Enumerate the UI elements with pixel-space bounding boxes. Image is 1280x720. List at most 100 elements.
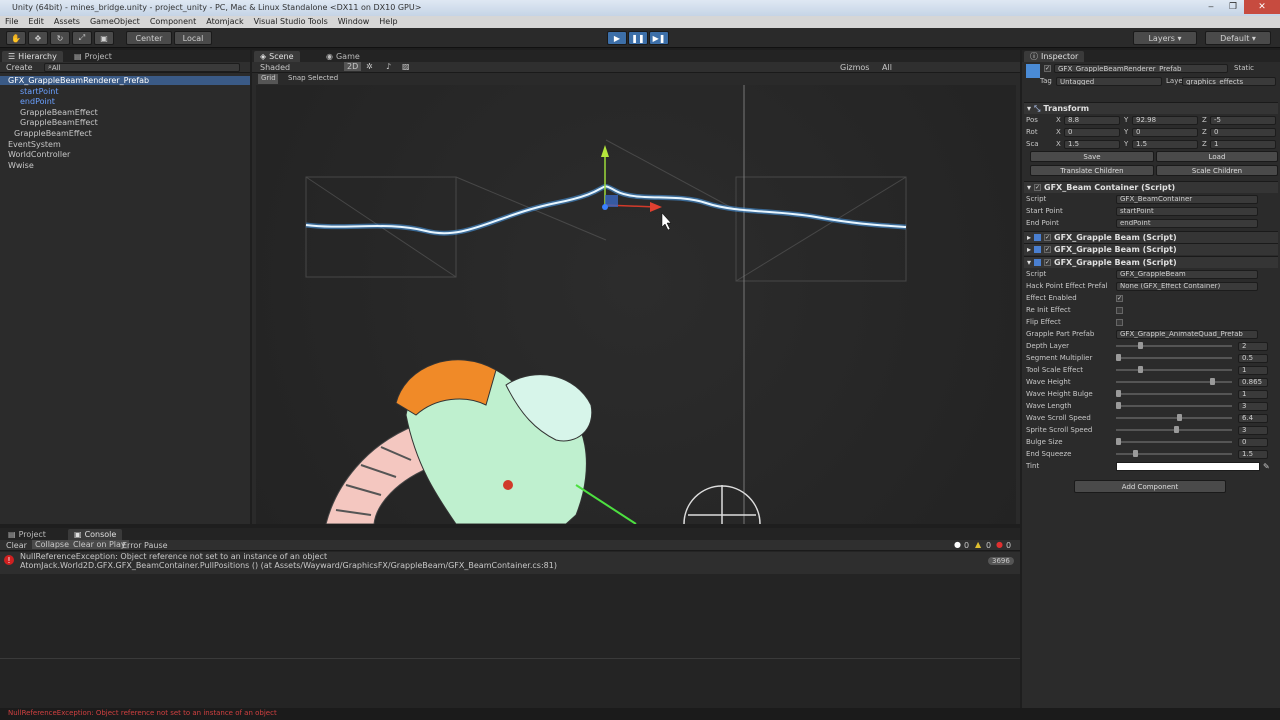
slider-track[interactable] (1116, 369, 1232, 371)
shading-dropdown[interactable]: Shaded (260, 63, 290, 72)
beam-container-header[interactable]: ▾ ✓ GFX_Beam Container (Script) (1024, 181, 1278, 193)
rotation-z-field[interactable]: 0 (1210, 127, 1276, 137)
slider-track[interactable] (1116, 345, 1232, 347)
layer-dropdown[interactable]: graphics_effects (1182, 77, 1276, 86)
slider-track[interactable] (1116, 405, 1232, 407)
start-point-field[interactable]: startPoint (1116, 206, 1258, 216)
slider-value-field[interactable]: 6.4 (1238, 413, 1268, 423)
slider[interactable] (1116, 412, 1234, 424)
slider[interactable] (1116, 448, 1234, 460)
slider-value-field[interactable]: 1 (1238, 389, 1268, 399)
tag-dropdown[interactable]: Untagged (1056, 77, 1162, 86)
scale-children-button[interactable]: Scale Children (1156, 165, 1278, 176)
grapple-beam-3-checkbox[interactable]: ✓ (1044, 259, 1052, 266)
slider-knob[interactable] (1173, 426, 1179, 433)
end-point-field[interactable]: endPoint (1116, 218, 1258, 228)
save-button[interactable]: Save (1030, 151, 1154, 162)
pivot-center-button[interactable]: Center (126, 31, 172, 45)
scene-search-text[interactable]: All (882, 63, 892, 72)
slider-value-field[interactable]: 3 (1238, 425, 1268, 435)
clear-on-play-toggle[interactable]: Clear on Play (70, 540, 129, 549)
grapple-beam-header-2[interactable]: ▸ ✓ GFX_Grapple Beam (Script) (1024, 243, 1278, 255)
layers-dropdown[interactable]: Layers ▾ (1133, 31, 1197, 45)
rotate-tool-icon[interactable]: ↻ (50, 31, 70, 45)
slider[interactable] (1116, 352, 1234, 364)
slider[interactable] (1116, 340, 1234, 352)
gizmo-y-arrow-icon[interactable] (601, 145, 609, 157)
slider-track[interactable] (1116, 441, 1232, 443)
console-entry[interactable]: ! NullReferenceException: Object referen… (0, 552, 1020, 574)
slider[interactable] (1116, 376, 1234, 388)
snap-selected-toggle[interactable]: Snap Selected (288, 74, 338, 82)
error-pause-toggle[interactable]: Error Pause (122, 541, 168, 550)
static-toggle[interactable]: Static (1234, 64, 1254, 72)
menu-gameobject[interactable]: GameObject (85, 16, 145, 28)
scale-tool-icon[interactable]: ⤢ (72, 31, 92, 45)
slider[interactable] (1116, 436, 1234, 448)
rotation-x-field[interactable]: 0 (1064, 127, 1120, 137)
effect-enabled-checkbox[interactable]: ✓ (1116, 294, 1123, 302)
slider-value-field[interactable]: 0.865 (1238, 377, 1268, 387)
tab-project-bottom[interactable]: ▤ Project (2, 529, 52, 540)
play-button[interactable]: ▶ (607, 31, 627, 45)
slider-knob[interactable] (1138, 342, 1144, 349)
hierarchy-item[interactable]: startPoint (0, 87, 59, 96)
grapple-beam-header-3[interactable]: ▾ ✓ GFX_Grapple Beam (Script) (1024, 256, 1278, 268)
scale-z-field[interactable]: 1 (1210, 139, 1276, 149)
tab-hierarchy[interactable]: ☰ Hierarchy (2, 51, 63, 62)
slider[interactable] (1116, 424, 1234, 436)
lighting-toggle-icon[interactable]: ✲ (366, 62, 373, 71)
tab-project[interactable]: ▤ Project (68, 51, 118, 62)
scale-x-field[interactable]: 1.5 (1064, 139, 1120, 149)
menu-component[interactable]: Component (145, 16, 201, 28)
grid-toggle[interactable]: Grid (258, 74, 278, 84)
effects-toggle-icon[interactable]: ▨ (402, 62, 410, 71)
2d-toggle[interactable]: 2D (344, 62, 362, 71)
warning-count-icon[interactable]: ▲ (975, 540, 981, 549)
hierarchy-item[interactable]: Wwise (0, 161, 34, 170)
hierarchy-item[interactable]: GrappleBeamEffect (0, 129, 92, 138)
collapse-toggle[interactable]: Collapse (32, 540, 72, 549)
slider-knob[interactable] (1116, 438, 1121, 445)
menu-file[interactable]: File (0, 16, 23, 28)
grapple-beam-1-checkbox[interactable]: ✓ (1044, 234, 1052, 241)
slider-knob[interactable] (1138, 366, 1144, 373)
hierarchy-item[interactable]: WorldController (0, 150, 70, 159)
load-button[interactable]: Load (1156, 151, 1278, 162)
scale-y-field[interactable]: 1.5 (1132, 139, 1198, 149)
transform-header[interactable]: ▾ ⤡ Transform (1024, 102, 1278, 114)
menu-help[interactable]: Help (374, 16, 402, 28)
slider[interactable] (1116, 400, 1234, 412)
grapple-script-field[interactable]: GFX_GrappleBeam (1116, 269, 1258, 279)
tab-scene[interactable]: ◈ Scene (254, 51, 300, 62)
beam-container-enabled-checkbox[interactable]: ✓ (1034, 184, 1042, 191)
audio-toggle-icon[interactable]: ♪ (386, 62, 391, 71)
slider-knob[interactable] (1210, 378, 1216, 385)
slider-knob[interactable] (1177, 414, 1183, 421)
object-name-field[interactable]: GFX_GrappleBeamRenderer_Prefab (1054, 64, 1228, 73)
hierarchy-search-input[interactable]: ⌕ All (44, 63, 240, 72)
hand-tool-icon[interactable]: ✋ (6, 31, 26, 45)
pivot-local-button[interactable]: Local (174, 31, 212, 45)
slider-knob[interactable] (1116, 390, 1121, 397)
rect-tool-icon[interactable]: ▣ (94, 31, 114, 45)
slider[interactable] (1116, 388, 1234, 400)
tint-color-swatch[interactable] (1116, 461, 1260, 471)
hierarchy-item[interactable]: GrappleBeamEffect (0, 108, 98, 117)
slider-track[interactable] (1116, 357, 1232, 359)
slider-value-field[interactable]: 0.5 (1238, 353, 1268, 363)
gizmos-dropdown[interactable]: Gizmos (840, 63, 869, 72)
flip-effect-checkbox[interactable] (1116, 318, 1123, 326)
layout-dropdown[interactable]: Default ▾ (1205, 31, 1271, 45)
menu-atomjack[interactable]: Atomjack (201, 16, 248, 28)
translate-children-button[interactable]: Translate Children (1030, 165, 1154, 176)
hierarchy-item[interactable]: GrappleBeamEffect (0, 118, 98, 127)
slider-value-field[interactable]: 0 (1238, 437, 1268, 447)
pause-button[interactable]: ❚❚ (628, 31, 648, 45)
hierarchy-item[interactable]: endPoint (0, 97, 55, 106)
position-y-field[interactable]: 92.98 (1132, 115, 1198, 125)
hierarchy-item[interactable]: GFX_GrappleBeamRenderer_Prefab (0, 76, 250, 85)
slider-track[interactable] (1116, 393, 1232, 395)
move-tool-icon[interactable]: ✥ (28, 31, 48, 45)
position-x-field[interactable]: 8.8 (1064, 115, 1120, 125)
